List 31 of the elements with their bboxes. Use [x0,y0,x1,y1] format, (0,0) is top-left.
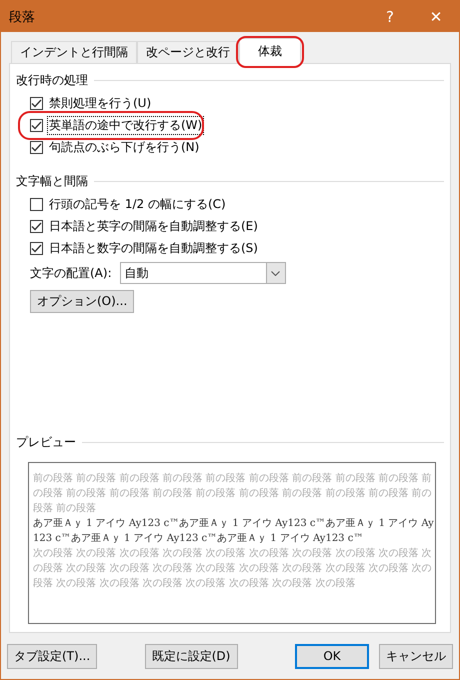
checkbox[interactable] [30,97,43,110]
checkbox[interactable] [30,119,43,132]
dialog-button[interactable]: 既定に設定(D) [144,644,238,668]
section-title: 改行時の処理 [16,72,88,88]
checkbox[interactable] [30,141,43,154]
alignment-label: 文字の配置(A): [30,264,112,282]
chevron-down-icon [271,270,280,276]
dialog-button[interactable]: キャンセル [378,644,453,668]
options-button[interactable]: オプション(O)... [30,290,134,313]
sample-paragraph-text: あア亜Ａｙ 1 アイウ Ay123 c™あア亜Ａｙ 1 アイウ Ay123 c™あア亜Ａｙ 1 アイウ Ay123 c™あア亜Ａｙ 1 アイウ Ay123 c™あア亜Ａｙ 1 アイウ Ay123 c™ [33,517,434,546]
alignment-dropdown[interactable]: 自動 [120,262,286,284]
checkbox-label[interactable]: 日本語と英字の間隔を自動調整する(E) [47,217,260,236]
close-button[interactable]: ✕ [413,1,459,32]
checkbox[interactable] [30,242,43,255]
checkbox-label[interactable]: 日本語と数字の間隔を自動調整する(S) [47,239,260,258]
help-button[interactable]: ? [367,1,413,32]
checkbox[interactable] [30,198,43,211]
section-title: プレビュー [16,434,76,450]
dialog-button[interactable]: タブ設定(T)... [7,644,98,668]
section-title: 文字幅と間隔 [16,172,88,190]
checkbox-label[interactable]: 行頭の記号を 1/2 の幅にする(C) [47,195,228,214]
checkbox-label[interactable]: 英単語の途中で改行する(W) [47,116,204,135]
checkbox-label[interactable]: 句読点のぶら下げを行う(N) [47,138,202,157]
dialog-button[interactable]: OK [294,644,369,668]
next-paragraph-text: 次の段落 次の段落 次の段落 次の段落 次の段落 次の段落 次の段落 次の段落 次の段落 次の段落 次の段落 次の段落 次の段落 次の段落 次の段落 次の段落 次の段落 次の段落 次の段落 次の段落 次の段落 次の段落 次の段落 次の段落 次の段落 次の段落 [33,546,433,591]
tab[interactable]: 改ページと改行 [137,41,239,63]
previous-paragraph-text: 前の段落 前の段落 前の段落 前の段落 前の段落 前の段落 前の段落 前の段落 前の段落 前の段落 前の段落 前の段落 前の段落 前の段落 前の段落 前の段落 前の段落 前の段落 前の段落 前の段落 [33,472,433,516]
tab[interactable]: インデントと行間隔 [11,41,137,63]
checkbox-label[interactable]: 禁則処理を行う(U) [47,94,154,113]
window-title: 段落 [9,8,36,26]
checkbox[interactable] [30,220,43,233]
